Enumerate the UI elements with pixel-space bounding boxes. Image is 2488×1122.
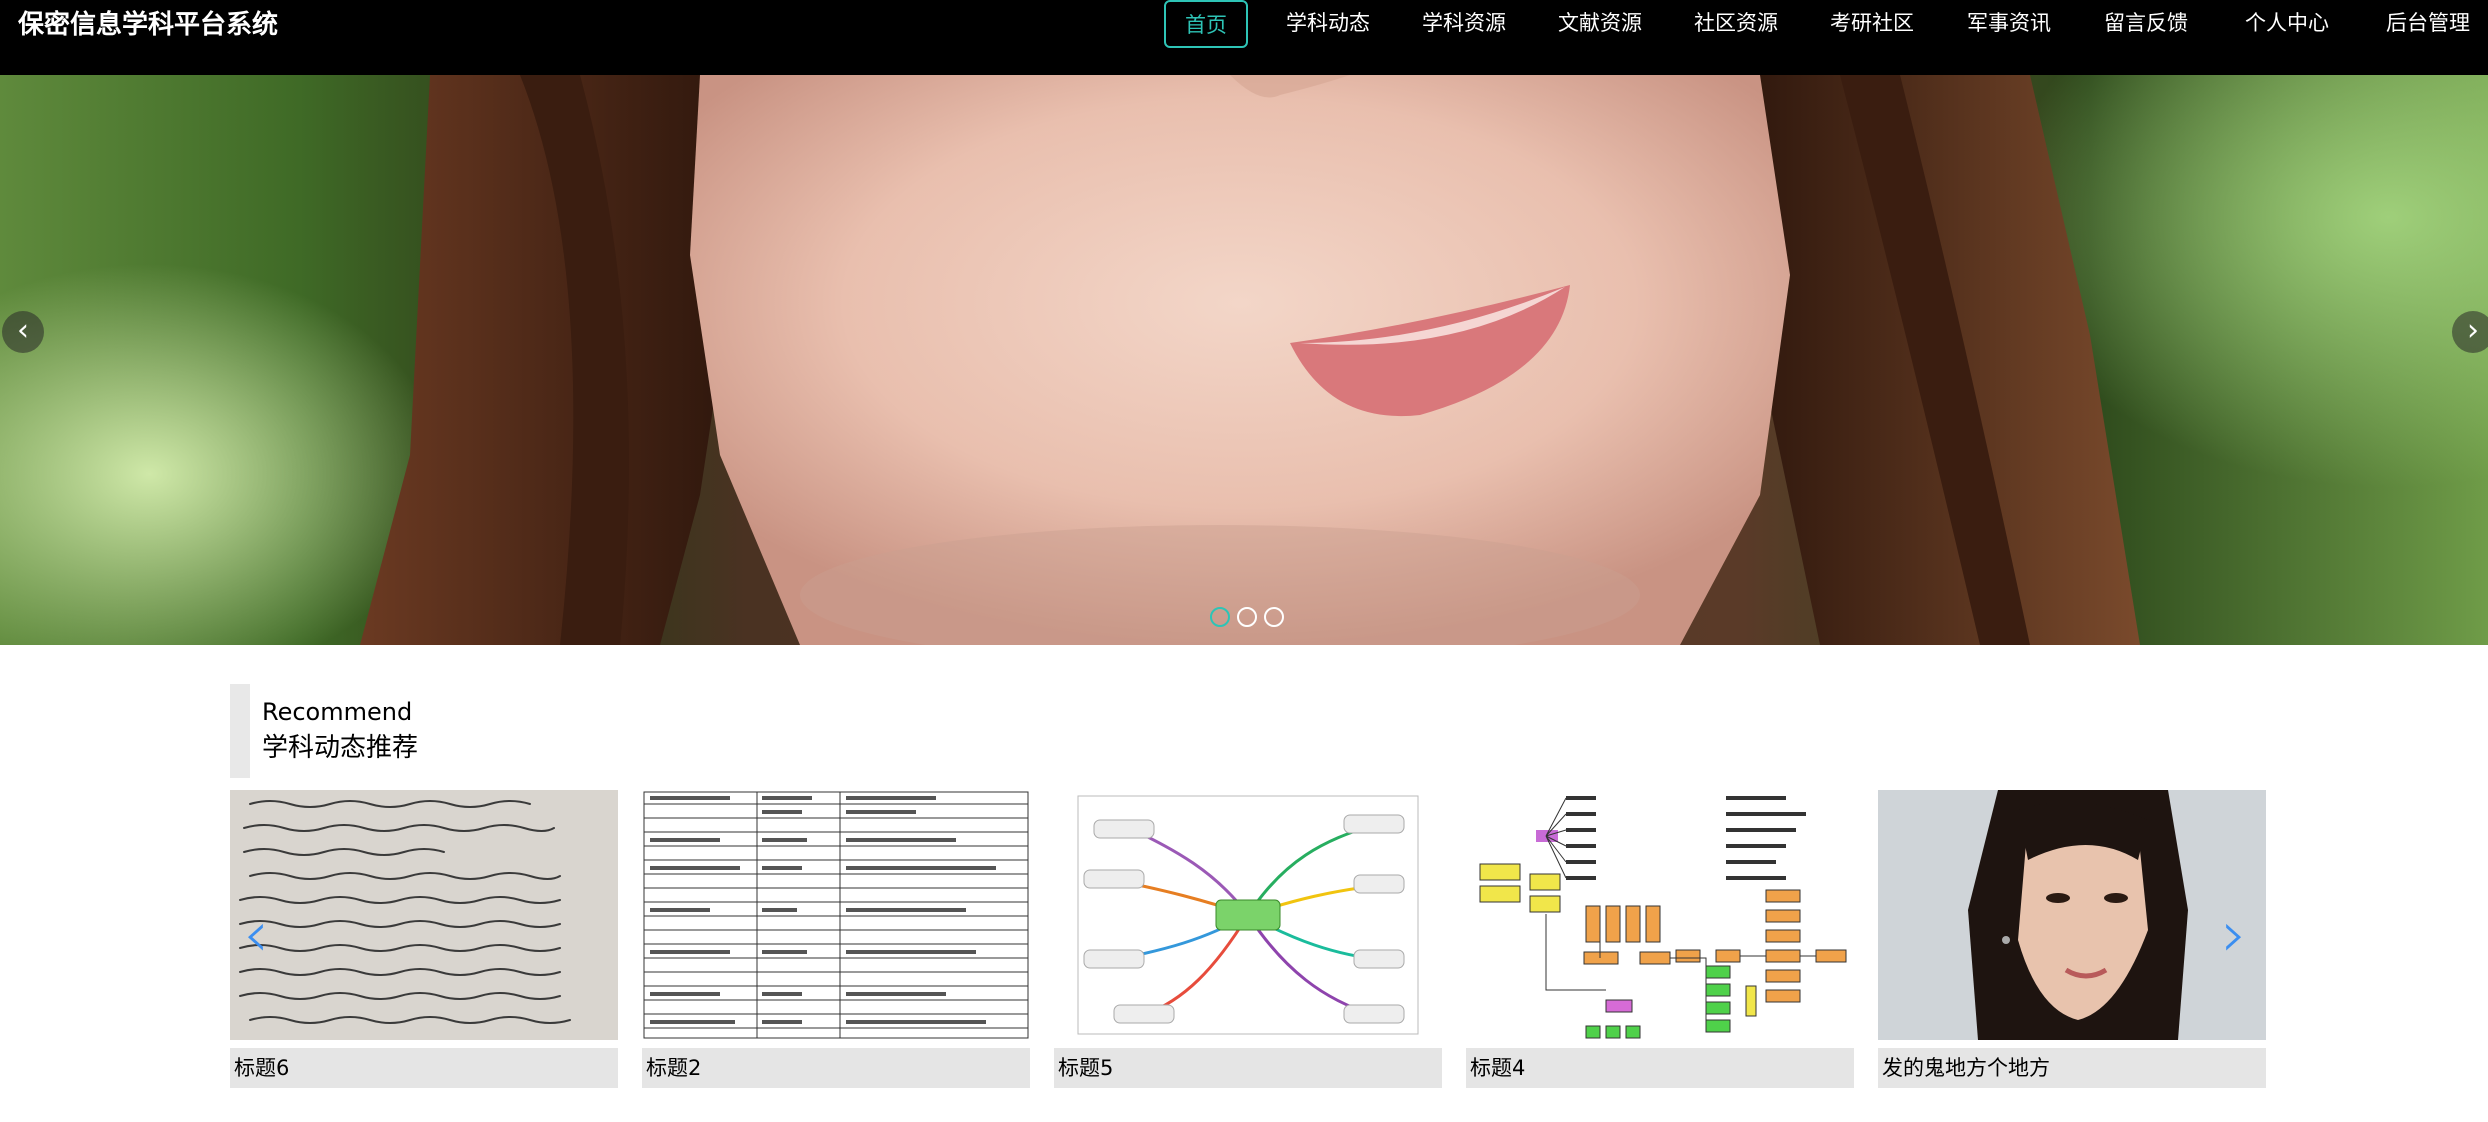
hero-prev-button[interactable]: ‹ <box>2 311 44 353</box>
recommend-card[interactable]: 标题6 <box>230 790 618 1088</box>
chevron-left-icon: ‹ <box>17 313 29 348</box>
recommend-card[interactable]: 发的鬼地方个地方 <box>1878 790 2266 1088</box>
card-caption[interactable]: 标题2 <box>642 1048 1030 1088</box>
main-nav: 首页 学科动态 学科资源 文献资源 社区资源 考研社区 军事资讯 留言反馈 个人… <box>1164 0 2488 48</box>
recommend-card[interactable]: 标题2 <box>642 790 1030 1088</box>
chevron-right-icon: › <box>2221 898 2247 972</box>
recommend-prev-button[interactable]: ‹ <box>236 903 276 971</box>
card-thumbnail <box>642 790 1030 1040</box>
card-thumbnail <box>1466 790 1854 1040</box>
card-thumbnail <box>230 790 618 1040</box>
card-caption[interactable]: 发的鬼地方个地方 <box>1878 1048 2266 1088</box>
hero-slide-image <box>360 75 2140 645</box>
nav-item-personal-center[interactable]: 个人中心 <box>2245 0 2329 48</box>
hero-carousel[interactable]: ‹ › <box>0 75 2488 645</box>
card-caption[interactable]: 标题6 <box>230 1048 618 1088</box>
nav-item-subject-resources[interactable]: 学科资源 <box>1422 0 1506 48</box>
section-title-cn: 学科动态推荐 <box>262 733 419 763</box>
nav-item-community-resources[interactable]: 社区资源 <box>1694 0 1778 48</box>
recommend-next-button[interactable]: › <box>2214 903 2254 971</box>
card-caption[interactable]: 标题4 <box>1466 1048 1854 1088</box>
site-title[interactable]: 保密信息学科平台系统 <box>18 8 278 42</box>
recommend-card[interactable]: 标题4 <box>1466 790 1854 1088</box>
nav-item-admin[interactable]: 后台管理 <box>2386 0 2470 48</box>
nav-item-home[interactable]: 首页 <box>1164 0 1248 48</box>
hero-next-button[interactable]: › <box>2452 311 2488 353</box>
carousel-dot-3[interactable] <box>1264 607 1284 627</box>
card-thumbnail <box>1054 790 1442 1040</box>
chevron-right-icon: › <box>2467 313 2479 348</box>
card-caption[interactable]: 标题5 <box>1054 1048 1442 1088</box>
recommend-card[interactable]: 标题5 <box>1054 790 1442 1088</box>
nav-item-military-news[interactable]: 军事资讯 <box>1967 0 2051 48</box>
carousel-dot-2[interactable] <box>1237 607 1257 627</box>
chevron-left-icon: ‹ <box>243 898 269 972</box>
nav-item-feedback[interactable]: 留言反馈 <box>2104 0 2188 48</box>
card-thumbnail <box>1878 790 2266 1040</box>
nav-item-postgrad-community[interactable]: 考研社区 <box>1830 0 1914 48</box>
nav-item-subject-news[interactable]: 学科动态 <box>1286 0 1370 48</box>
section-accent-bar <box>230 684 250 778</box>
section-title-en: Recommend <box>262 698 413 726</box>
top-navbar: 保密信息学科平台系统 首页 学科动态 学科资源 文献资源 社区资源 考研社区 军… <box>0 0 2488 75</box>
nav-item-literature-resources[interactable]: 文献资源 <box>1558 0 1642 48</box>
carousel-dot-1[interactable] <box>1210 607 1230 627</box>
